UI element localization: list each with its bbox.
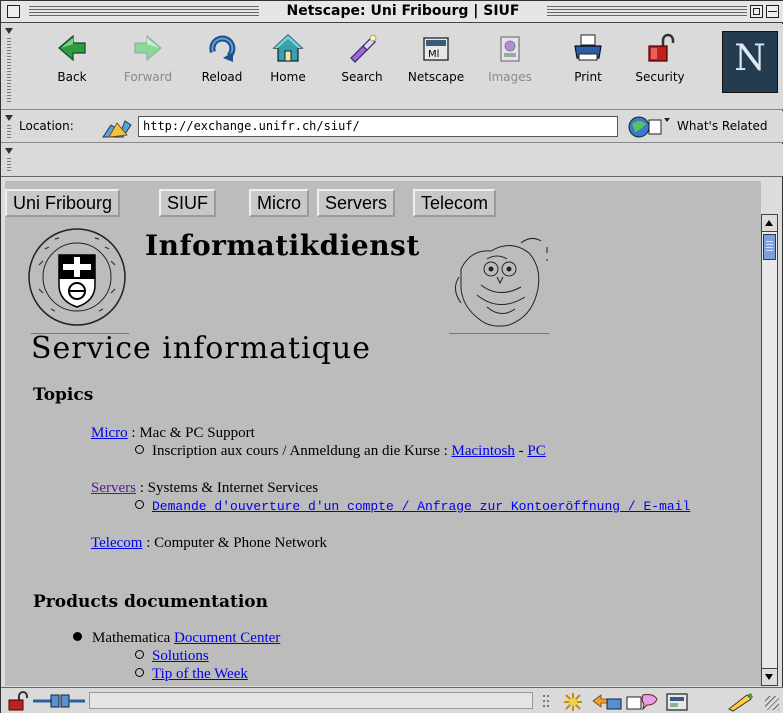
personal-toolbar (1, 144, 783, 177)
document-center-link[interactable]: Document Center (174, 630, 280, 646)
close-box[interactable] (7, 5, 20, 18)
nav-servers-button[interactable]: Servers (317, 189, 396, 217)
page-content: Uni Fribourg SIUF Micro Servers Telecom (5, 181, 761, 686)
topic-telecom: Telecom : Computer & Phone Network (91, 535, 327, 552)
nav-telecom-button[interactable]: Telecom (413, 189, 497, 217)
divider-dots-icon (543, 695, 549, 707)
owl-logo-icon (455, 237, 548, 327)
personal-toolbar-collapse-tab[interactable] (3, 146, 15, 174)
title-bar[interactable]: Netscape: Uni Fribourg | SIUF (1, 1, 783, 23)
topic-micro: Micro : Mac & PC Support (91, 425, 255, 442)
mathematica-text: Mathematica (92, 630, 175, 646)
forward-button[interactable]: Forward (117, 28, 179, 104)
circle-bullet-icon (135, 650, 144, 659)
whats-related-icon[interactable] (627, 114, 671, 140)
window-title: Netscape: Uni Fribourg | SIUF (263, 3, 543, 19)
course-registration-text: Inscription aux cours / Anmeldung an die… (152, 443, 452, 459)
mathematica-sub-item: Solutions (135, 648, 209, 665)
images-button[interactable]: Images (479, 28, 541, 104)
topic-servers: Servers : Systems & Internet Services (91, 480, 318, 497)
micro-description: : Mac & PC Support (127, 425, 255, 441)
composer-component-icon[interactable] (665, 691, 689, 713)
scroll-down-arrow-icon[interactable] (762, 668, 777, 685)
nav-siuf-button[interactable]: SIUF (159, 189, 217, 217)
nav-uni-fribourg-button[interactable]: Uni Fribourg (5, 189, 121, 217)
my-netscape-icon: Ml (423, 37, 449, 61)
servers-link[interactable]: Servers (91, 480, 136, 496)
connection-plug-icon (33, 694, 85, 708)
nav-micro-button[interactable]: Micro (249, 189, 309, 217)
account-request-link[interactable]: Demande d'ouverture d'un compte / Anfrag… (152, 499, 690, 514)
padlock-open-icon (648, 33, 675, 62)
print-button[interactable]: Print (557, 28, 619, 104)
mathematica-item: Mathematica Document Center (73, 630, 280, 647)
images-icon (500, 36, 520, 62)
status-message-field (89, 692, 533, 709)
search-button[interactable]: Search (331, 28, 393, 104)
back-button[interactable]: Back (41, 28, 103, 104)
vertical-scrollbar[interactable] (761, 214, 778, 686)
macintosh-link[interactable]: Macintosh (452, 443, 515, 459)
aim-pen-icon[interactable] (725, 691, 757, 713)
netscape-logo[interactable]: N (722, 31, 778, 93)
university-seal-icon (28, 228, 126, 326)
location-collapse-tab[interactable] (3, 113, 15, 141)
informatikdienst-heading: Informatikdienst (145, 229, 420, 262)
security-button[interactable]: Security (629, 28, 691, 104)
disc-bullet-icon (73, 632, 82, 641)
newsgroups-component-icon[interactable] (625, 691, 661, 713)
svg-text:Ml: Ml (428, 49, 439, 60)
location-toolbar: Location: http://exchange.unifr.ch/siuf/… (1, 111, 783, 143)
forward-arrow-icon (134, 34, 162, 62)
link-separator: - (514, 443, 528, 459)
status-bar (1, 687, 783, 713)
tip-of-the-week-link[interactable]: Tip of the Week (152, 666, 248, 682)
zoom-box[interactable] (750, 5, 763, 18)
back-arrow-icon (58, 34, 86, 62)
owl-rule (449, 333, 549, 334)
collapse-box[interactable] (766, 5, 779, 18)
products-heading: Products documentation (33, 592, 268, 612)
whats-related-label[interactable]: What's Related (677, 119, 767, 133)
topic-servers-sub: Demande d'ouverture d'un compte / Anfrag… (135, 498, 690, 515)
telecom-description: : Computer & Phone Network (142, 535, 328, 551)
reload-button[interactable]: Reload (191, 28, 253, 104)
security-lock-icon[interactable] (7, 691, 31, 711)
page-title: Service informatique (31, 331, 371, 366)
navigation-toolbar: Back Forward Reload Home Search Ml Netsc… (1, 24, 783, 110)
page-proxy-icon[interactable] (97, 115, 135, 139)
mail-component-icon[interactable] (591, 691, 623, 713)
micro-link[interactable]: Micro (91, 425, 128, 441)
resize-grip[interactable] (765, 696, 779, 710)
circle-bullet-icon (135, 445, 144, 454)
reload-icon (209, 35, 236, 62)
search-flashlight-icon (350, 34, 377, 63)
mathematica-sub-item: Tip of the Week (135, 666, 248, 683)
title-stripes (29, 6, 259, 17)
my-netscape-button[interactable]: Ml Netscape (405, 28, 467, 104)
location-label: Location: (19, 119, 74, 133)
circle-bullet-icon (135, 668, 144, 677)
scroll-up-arrow-icon[interactable] (762, 215, 777, 232)
topic-micro-sub: Inscription aux cours / Anmeldung an die… (135, 443, 546, 460)
solutions-link[interactable]: Solutions (152, 648, 209, 664)
navigator-component-icon[interactable] (559, 691, 587, 713)
browser-window: Netscape: Uni Fribourg | SIUF Back Forwa… (0, 0, 783, 713)
toolbar-collapse-tab[interactable] (3, 26, 15, 106)
circle-bullet-icon (135, 500, 144, 509)
pc-link[interactable]: PC (527, 443, 545, 459)
telecom-link[interactable]: Telecom (91, 535, 142, 551)
servers-description: : Systems & Internet Services (136, 480, 319, 496)
home-icon (272, 34, 304, 62)
title-stripes (547, 6, 747, 17)
home-button[interactable]: Home (257, 28, 319, 104)
scroll-thumb[interactable] (763, 234, 776, 260)
printer-icon (574, 34, 602, 61)
url-field[interactable]: http://exchange.unifr.ch/siuf/ (138, 116, 618, 137)
topics-heading: Topics (33, 385, 94, 405)
